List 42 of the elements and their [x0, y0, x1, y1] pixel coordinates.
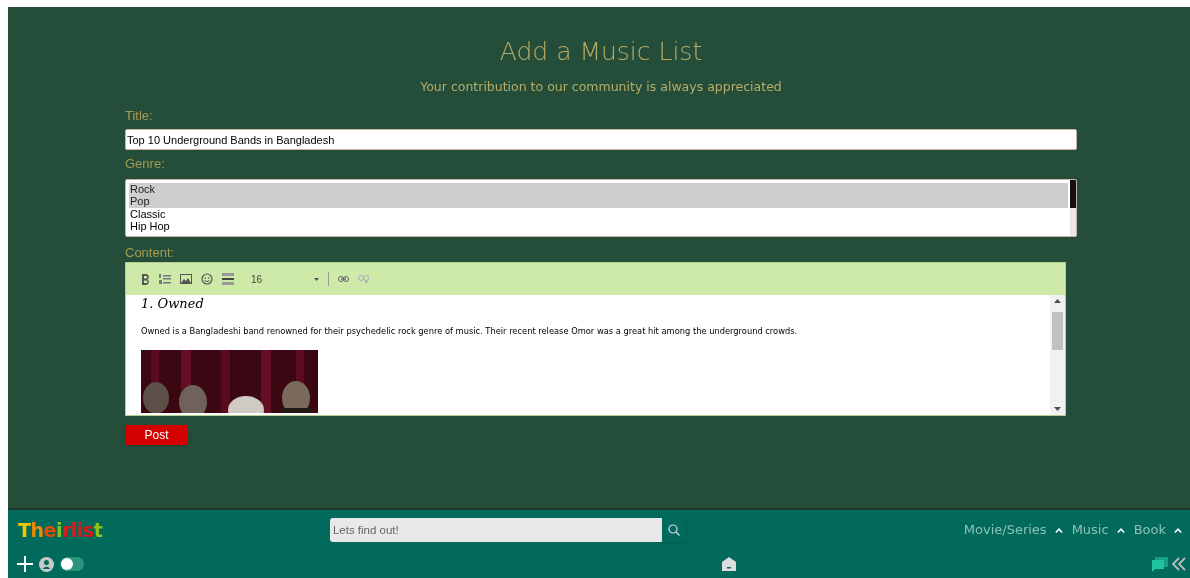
caret-icon	[314, 277, 319, 281]
bold-button[interactable]	[140, 272, 150, 287]
bold-icon	[140, 273, 150, 285]
genre-option[interactable]: Rock	[129, 182, 1068, 196]
scrollbar[interactable]	[1050, 295, 1065, 416]
field-label: Genre:	[125, 155, 165, 174]
page-subtitle: Your contribution to our community is always appreciated	[420, 78, 782, 96]
search-button[interactable]	[661, 518, 686, 542]
title-field[interactable]: Top 10 Underground Bands in Bangladesh	[125, 129, 1077, 151]
plus-icon[interactable]	[17, 556, 33, 572]
caret-up-icon	[1054, 527, 1063, 533]
scroll-up-icon[interactable]	[1054, 299, 1061, 304]
scrollbar-thumb[interactable]	[1070, 179, 1076, 208]
genre-option[interactable]: Hip Hop	[129, 220, 1068, 233]
scroll-down-icon[interactable]	[1054, 407, 1061, 412]
content-heading: 1. Owned	[141, 296, 205, 312]
caret-up-icon	[1174, 527, 1182, 533]
horizontal-rule-icon[interactable]	[222, 272, 234, 286]
genre-option[interactable]: Pop	[129, 195, 1068, 208]
theme-toggle[interactable]	[60, 557, 84, 571]
collapse-icon[interactable]	[1172, 557, 1186, 571]
field-label: Content:	[125, 243, 175, 262]
chat-icon[interactable]	[1152, 556, 1168, 572]
image-icon[interactable]	[180, 274, 192, 285]
link-icon[interactable]	[338, 276, 349, 283]
content-paragraph: Owned is a Bangladeshi band renowned for their psychedelic rock genre of music. Their recent release Omor was a great hit among the underground crowds.	[141, 325, 799, 338]
numbered-list-icon[interactable]	[159, 273, 171, 285]
scrollbar-thumb[interactable]	[1052, 312, 1063, 351]
search-field[interactable]: Lets find out!	[329, 518, 662, 542]
search-icon	[667, 524, 680, 536]
caret-up-icon	[1116, 527, 1125, 533]
scrollbar[interactable]	[1070, 179, 1076, 236]
home-icon[interactable]	[721, 557, 736, 571]
post-button[interactable]: Post	[125, 425, 188, 446]
font-size-select[interactable]: 16	[251, 271, 319, 287]
smiley-icon[interactable]	[201, 273, 213, 286]
user-icon[interactable]	[39, 556, 54, 572]
field-label: Title:	[125, 106, 153, 125]
logo[interactable]: Theirlist	[18, 515, 114, 545]
genre-list[interactable]: Rock Pop Classic Hip Hop	[125, 178, 1077, 237]
page-title: Add a Music List	[499, 37, 703, 67]
genre-option[interactable]: Classic	[129, 207, 1068, 221]
